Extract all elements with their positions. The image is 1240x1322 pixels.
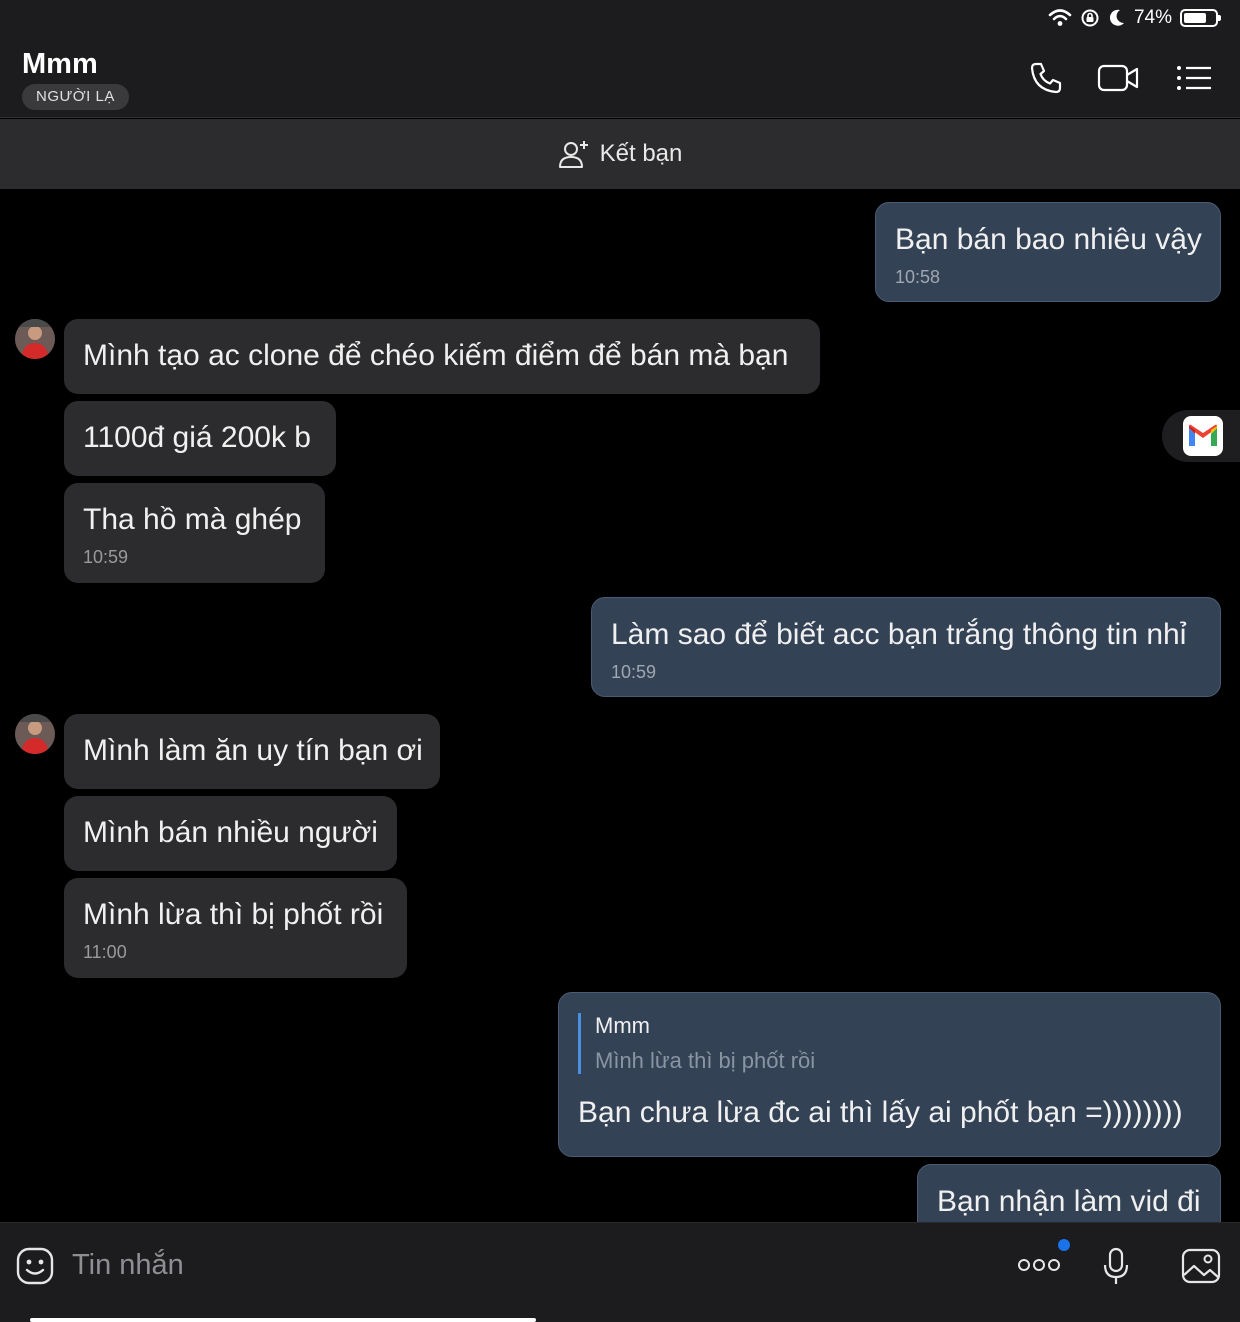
battery-fill bbox=[1184, 13, 1207, 23]
notification-dot bbox=[1058, 1239, 1070, 1251]
add-friend-label: Kết bạn bbox=[599, 140, 683, 167]
battery-icon bbox=[1180, 9, 1221, 27]
message-bubble-incoming[interactable]: 1100đ giá 200k b bbox=[64, 401, 336, 476]
avatar[interactable] bbox=[15, 319, 55, 359]
message-bubble-incoming[interactable]: Mình làm ăn uy tín bạn ơi bbox=[64, 714, 440, 789]
phone-icon[interactable] bbox=[1024, 58, 1068, 98]
message-time: 10:59 bbox=[83, 547, 129, 567]
microphone-icon[interactable] bbox=[1100, 1245, 1132, 1287]
wifi-icon bbox=[1048, 9, 1072, 26]
message-text: Mình tạo ac clone để chéo kiếm điểm để b… bbox=[83, 339, 789, 372]
more-icon[interactable] bbox=[1016, 1253, 1062, 1277]
contact-name[interactable]: Mmm bbox=[22, 48, 98, 81]
sticker-icon[interactable] bbox=[14, 1245, 56, 1287]
floating-app-bubble[interactable] bbox=[1162, 410, 1240, 462]
battery-percent: 74% bbox=[1133, 7, 1172, 28]
avatar[interactable] bbox=[15, 714, 55, 754]
message-bubble-incoming[interactable]: Mình bán nhiều người bbox=[64, 796, 397, 871]
message-bubble-outgoing[interactable]: Làm sao để biết acc bạn trắng thông tin … bbox=[591, 597, 1221, 697]
message-bubble-incoming[interactable]: Mình tạo ac clone để chéo kiếm điểm để b… bbox=[64, 319, 820, 394]
message-text: 1100đ giá 200k b bbox=[83, 421, 311, 454]
video-call-icon[interactable] bbox=[1096, 58, 1140, 98]
message-text: Mình làm ăn uy tín bạn ơi bbox=[83, 734, 423, 767]
image-icon[interactable] bbox=[1178, 1245, 1224, 1287]
message-bubble-incoming[interactable]: Mình lừa thì bị phốt rồi 11:00 bbox=[64, 878, 407, 978]
message-bubble-outgoing[interactable]: Bạn bán bao nhiêu vậy 10:58 bbox=[875, 202, 1221, 302]
message-time: 11:00 bbox=[83, 942, 127, 962]
add-friend-icon bbox=[558, 141, 588, 168]
stranger-badge: NGƯỜI LẠ bbox=[22, 84, 129, 110]
gmail-icon[interactable] bbox=[1183, 416, 1223, 456]
moon-icon bbox=[1109, 9, 1124, 26]
message-text: Bạn chưa lừa đc ai thì lấy ai phốt bạn =… bbox=[578, 1095, 1183, 1129]
message-text: Bạn nhận làm vid đi bbox=[937, 1185, 1201, 1218]
message-bubble-outgoing-reply[interactable]: Mmm Mình lừa thì bị phốt rồi Bạn chưa lừ… bbox=[558, 992, 1221, 1157]
message-text: Mình lừa thì bị phốt rồi bbox=[83, 898, 384, 931]
message-input-bar: Tin nhắn bbox=[0, 1222, 1240, 1322]
menu-list-icon[interactable] bbox=[1172, 58, 1216, 98]
message-text: Bạn bán bao nhiêu vậy bbox=[895, 223, 1202, 256]
message-text: Tha hồ mà ghép bbox=[83, 503, 302, 536]
message-time: 10:59 bbox=[611, 662, 657, 682]
message-bubble-incoming[interactable]: Tha hồ mà ghép 10:59 bbox=[64, 483, 325, 583]
message-bubble-outgoing[interactable]: Bạn nhận làm vid đi bbox=[917, 1164, 1221, 1222]
message-time: 10:58 bbox=[895, 267, 941, 287]
message-list[interactable]: Bạn bán bao nhiêu vậy 10:58 Mình tạo ac … bbox=[0, 189, 1240, 1222]
rotation-lock-icon bbox=[1081, 9, 1099, 27]
message-text: Làm sao để biết acc bạn trắng thông tin … bbox=[611, 618, 1187, 651]
reply-quote-author: Mmm bbox=[595, 1013, 650, 1038]
reply-quote-text: Mình lừa thì bị phốt rồi bbox=[595, 1048, 816, 1074]
reply-quote[interactable]: Mmm Mình lừa thì bị phốt rồi bbox=[578, 1013, 1201, 1074]
message-text: Mình bán nhiều người bbox=[83, 816, 378, 849]
message-input[interactable]: Tin nhắn bbox=[72, 1249, 184, 1282]
home-indicator bbox=[30, 1318, 536, 1322]
chat-header: 74% Mmm NGƯỜI LẠ bbox=[0, 0, 1240, 118]
add-friend-button[interactable]: Kết bạn bbox=[0, 119, 1240, 189]
status-bar: 74% bbox=[1048, 6, 1221, 30]
